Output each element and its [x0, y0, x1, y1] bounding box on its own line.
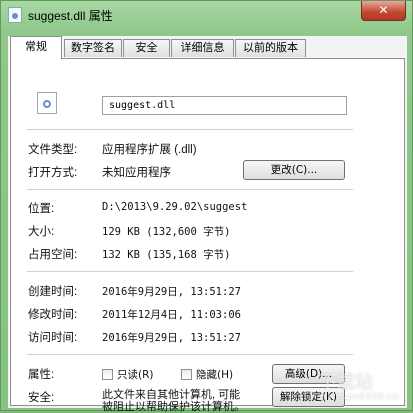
modified-label: 修改时间: [28, 309, 78, 321]
readonly-label[interactable]: 只读(R) [117, 367, 154, 382]
security-message-line-2: 被阻止以帮助保护该计算机。 [102, 401, 245, 413]
location-value: D:\2013\9.29.02\suggest [102, 201, 248, 213]
security-message: 此文件来自其他计算机, 可能 被阻止以帮助保护该计算机。 [102, 389, 245, 413]
accessed-label: 访问时间: [28, 332, 78, 344]
hidden-label[interactable]: 隐藏(H) [196, 367, 233, 382]
size-on-disk-value: 132 KB (135,168 字节) [102, 249, 231, 261]
accessed-value: 2016年9月29日, 13:51:27 [102, 332, 241, 344]
watermark-main: 下载站 [319, 372, 373, 393]
file-type-label: 文件类型: [28, 144, 78, 156]
filename-field[interactable]: suggest.dll [102, 96, 347, 115]
modified-value: 2011年12月4日, 11:03:06 [102, 309, 241, 321]
title-bar[interactable]: suggest.dll 属性 ✕ [1, 1, 412, 31]
size-label: 大小: [28, 226, 55, 238]
general-tab-panel: suggest.dll 文件类型: 应用程序扩展 (.dll) 打开方式: 未知… [10, 58, 405, 413]
separator [27, 129, 353, 130]
created-label: 创建时间: [28, 286, 78, 298]
location-label: 位置: [28, 203, 55, 215]
created-value: 2016年9月29日, 13:51:27 [102, 286, 241, 298]
separator [27, 189, 353, 190]
properties-window: suggest.dll 属性 ✕ 常规 数字签名 安全 详细信息 以前的版本 s… [0, 0, 413, 413]
tab-digital-signatures[interactable]: 数字签名 [64, 39, 122, 57]
size-value: 129 KB (132,600 字节) [102, 226, 231, 238]
file-gear-icon [37, 92, 57, 114]
dialog-client: 常规 数字签名 安全 详细信息 以前的版本 suggest.dll 文件类型: … [8, 36, 407, 413]
readonly-checkbox[interactable] [102, 369, 113, 380]
site-watermark: 下载站 www.pc0359.cn [319, 368, 413, 408]
file-type-value: 应用程序扩展 (.dll) [102, 144, 197, 156]
separator [27, 271, 353, 272]
tab-previous-versions[interactable]: 以前的版本 [235, 39, 306, 57]
close-button[interactable]: ✕ [361, 1, 406, 21]
open-with-value: 未知应用程序 [102, 167, 171, 179]
size-on-disk-label: 占用空间: [28, 249, 78, 261]
security-message-line-1: 此文件来自其他计算机, 可能 [102, 389, 241, 401]
attributes-label: 属性: [28, 369, 55, 381]
tab-details[interactable]: 详细信息 [171, 39, 234, 57]
security-label: 安全: [28, 392, 55, 404]
tab-general[interactable]: 常规 [10, 36, 62, 59]
separator [27, 354, 353, 355]
dll-file-icon [8, 7, 22, 23]
window-title: suggest.dll 属性 [28, 9, 113, 23]
tab-security[interactable]: 安全 [123, 39, 170, 57]
watermark-sub: www.pc0359.cn [319, 392, 399, 402]
hidden-checkbox[interactable] [181, 369, 192, 380]
change-button[interactable]: 更改(C)... [243, 160, 345, 180]
open-with-label: 打开方式: [28, 167, 78, 179]
